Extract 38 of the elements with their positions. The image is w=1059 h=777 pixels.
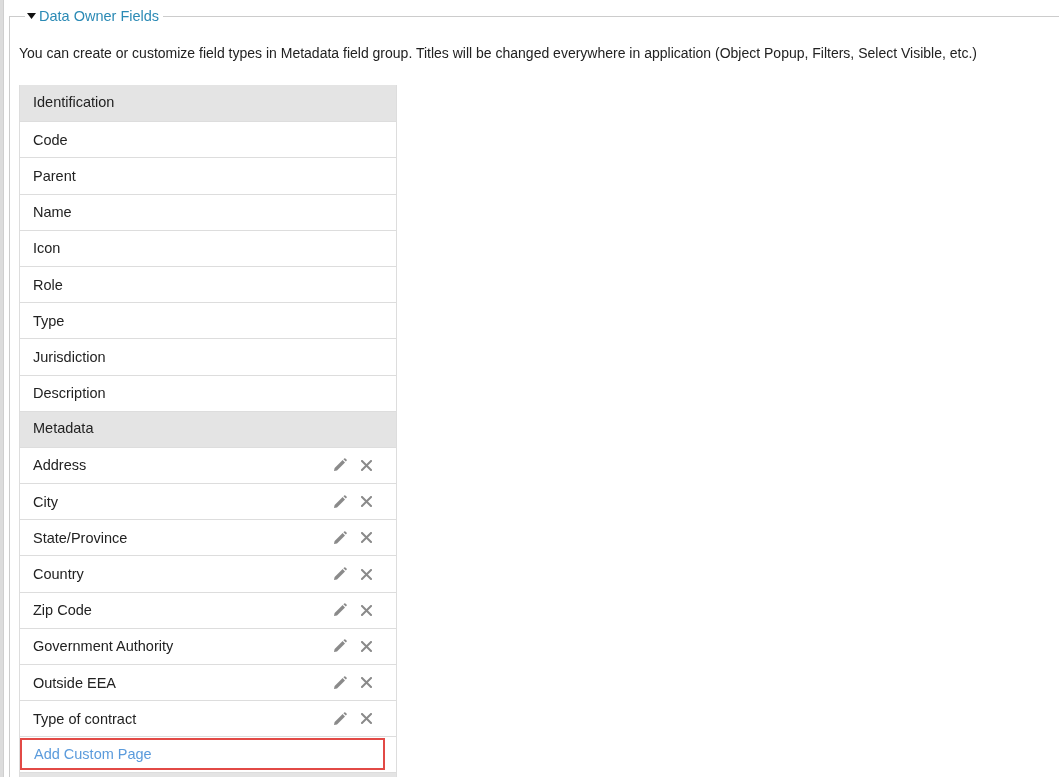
field-name: Parent bbox=[33, 166, 76, 185]
field-name: Address bbox=[33, 456, 87, 475]
pencil-icon[interactable] bbox=[333, 567, 347, 582]
field-name: Government Authority bbox=[33, 637, 174, 656]
cross-icon[interactable] bbox=[361, 640, 372, 652]
group-header: Metadata bbox=[20, 410, 396, 447]
field-name: State/Province bbox=[33, 528, 128, 547]
cross-icon[interactable] bbox=[361, 713, 372, 725]
field-name: Role bbox=[33, 275, 63, 294]
field-name: Jurisdiction bbox=[33, 347, 106, 366]
pencil-icon[interactable] bbox=[333, 458, 347, 473]
pencil-icon[interactable] bbox=[333, 530, 347, 545]
cross-icon[interactable] bbox=[361, 496, 372, 508]
field-name: Icon bbox=[33, 239, 61, 258]
field-name: Name bbox=[33, 203, 72, 222]
caret-down-icon[interactable] bbox=[27, 13, 36, 19]
field-name: Outside EEA bbox=[33, 673, 116, 692]
field-name: Type bbox=[33, 311, 65, 330]
field-name: Country bbox=[33, 565, 84, 584]
cross-icon[interactable] bbox=[361, 677, 372, 689]
add-custom-page-link[interactable]: Add Custom Page bbox=[20, 738, 385, 771]
field-name: Code bbox=[33, 130, 68, 149]
field-name: Description bbox=[33, 384, 106, 403]
description-text: You can create or customize field types in Metadata field group. Titles will be changed everywhere in application (Object Popup, Filters, Select Visible, etc.) bbox=[19, 44, 978, 63]
field-name: City bbox=[33, 492, 58, 511]
cross-icon[interactable] bbox=[361, 568, 372, 580]
pencil-icon[interactable] bbox=[333, 494, 347, 509]
field-name: Zip Code bbox=[33, 601, 92, 620]
cross-icon[interactable] bbox=[361, 532, 372, 544]
field-name: Type of contract bbox=[33, 709, 137, 728]
pencil-icon[interactable] bbox=[333, 603, 347, 618]
pencil-icon[interactable] bbox=[333, 675, 347, 690]
cross-icon[interactable] bbox=[361, 604, 372, 616]
section-title[interactable]: Data Owner Fields bbox=[39, 6, 160, 26]
pencil-icon[interactable] bbox=[333, 711, 347, 726]
pencil-icon[interactable] bbox=[333, 639, 347, 654]
group-header: Identification bbox=[20, 85, 396, 122]
cross-icon[interactable] bbox=[361, 459, 372, 471]
